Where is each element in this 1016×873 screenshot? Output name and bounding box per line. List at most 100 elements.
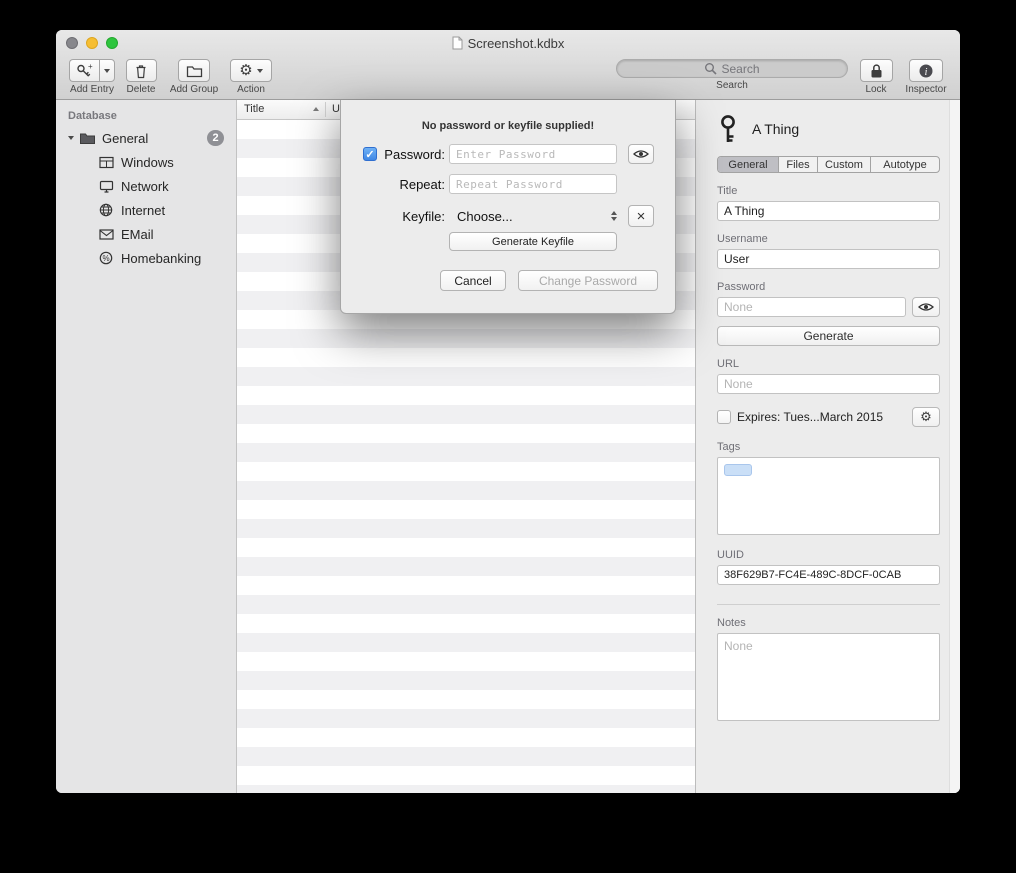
sidebar-item-label: Network	[121, 179, 169, 194]
add-entry-button[interactable]: +	[69, 59, 99, 82]
folder-plus-icon	[186, 64, 203, 78]
keyfile-popup[interactable]: Choose...	[449, 206, 619, 226]
close-x-icon: ×	[637, 209, 646, 224]
trash-icon	[134, 63, 148, 79]
search-placeholder: Search	[721, 62, 759, 76]
password-label: Password:	[377, 147, 445, 162]
search-label: Search	[616, 80, 848, 91]
homebanking-icon: %	[97, 251, 115, 265]
gear-icon: ⚙	[920, 411, 932, 424]
column-divider[interactable]	[325, 102, 326, 117]
password-field-label: Password	[717, 281, 940, 293]
url-field-label: URL	[717, 358, 940, 370]
username-field-label: Username	[717, 233, 940, 245]
notes-field[interactable]	[717, 633, 940, 721]
window-chrome: Screenshot.kdbx + Add Entry Delete Add G…	[56, 30, 960, 100]
inspector-button[interactable]: i	[909, 59, 943, 82]
password-field[interactable]	[717, 297, 906, 317]
add-group-button[interactable]	[178, 59, 210, 82]
tags-field[interactable]	[717, 457, 940, 535]
password-dialog-sheet: No password or keyfile supplied! Passwor…	[340, 100, 676, 314]
expires-label: Expires: Tues...March 2015	[737, 410, 906, 424]
cancel-button[interactable]: Cancel	[440, 270, 506, 291]
generate-keyfile-button[interactable]: Generate Keyfile	[449, 232, 617, 251]
sidebar-item-network[interactable]: Network	[56, 174, 236, 198]
toolbar-item-action: ⚙ Action	[228, 59, 274, 95]
internet-icon	[97, 203, 115, 217]
inspector-panel: A Thing General Files Custom Autotype Ti…	[695, 100, 960, 793]
search-input[interactable]: Search	[616, 59, 848, 78]
sidebar-item-general[interactable]: General 2	[56, 126, 236, 150]
disclosure-triangle-icon[interactable]	[64, 136, 78, 140]
tag-pill[interactable]	[724, 464, 752, 476]
svg-text:i: i	[925, 67, 928, 78]
password-checkbox[interactable]	[363, 147, 377, 161]
toolbar-item-lock: Lock	[856, 59, 896, 95]
window-title: Screenshot.kdbx	[468, 36, 565, 51]
tab-autotype[interactable]: Autotype	[871, 157, 939, 172]
repeat-password-input[interactable]	[449, 174, 617, 194]
sort-ascending-icon	[313, 107, 319, 111]
search-icon	[704, 62, 717, 75]
email-icon	[97, 229, 115, 240]
sidebar-item-label: Homebanking	[121, 251, 201, 266]
dialog-message: No password or keyfile supplied!	[341, 120, 675, 132]
sidebar-item-internet[interactable]: Internet	[56, 198, 236, 222]
generate-password-button[interactable]: Generate	[717, 326, 940, 346]
entry-title: A Thing	[752, 121, 799, 137]
action-button[interactable]: ⚙	[230, 59, 272, 82]
keyfile-value: Choose...	[449, 209, 513, 224]
titlebar: Screenshot.kdbx	[56, 30, 960, 56]
uuid-field[interactable]	[717, 565, 940, 585]
key-icon	[717, 114, 739, 144]
lock-icon	[870, 63, 883, 79]
action-label: Action	[228, 84, 274, 95]
sidebar-item-label: Windows	[121, 155, 174, 170]
entry-count-badge: 2	[207, 130, 224, 146]
title-field[interactable]	[717, 201, 940, 221]
clear-keyfile-button[interactable]: ×	[628, 205, 654, 227]
column-header-title[interactable]: Title	[244, 103, 264, 115]
delete-label: Delete	[122, 84, 160, 95]
reveal-password-button[interactable]	[628, 144, 654, 164]
inspector-scrollbar[interactable]	[949, 100, 960, 793]
svg-text:%: %	[102, 254, 109, 263]
windows-icon	[97, 156, 115, 169]
eye-icon	[633, 149, 649, 159]
expires-checkbox[interactable]	[717, 410, 731, 424]
folder-icon	[78, 131, 96, 145]
sidebar-item-windows[interactable]: Windows	[56, 150, 236, 174]
window-title-area: Screenshot.kdbx	[56, 30, 960, 56]
network-icon	[97, 180, 115, 193]
lock-label: Lock	[856, 84, 896, 95]
sidebar-section-header: Database	[68, 110, 236, 122]
reveal-password-button[interactable]	[912, 297, 940, 317]
toolbar-item-add-entry: + Add Entry	[66, 59, 118, 95]
add-entry-label: Add Entry	[66, 84, 118, 95]
lock-button[interactable]	[860, 59, 893, 82]
sidebar-item-label: General	[102, 131, 148, 146]
change-password-button[interactable]: Change Password	[518, 270, 658, 291]
add-group-label: Add Group	[166, 84, 222, 95]
add-entry-dropdown[interactable]	[99, 59, 115, 82]
gear-icon: ⚙	[239, 63, 252, 78]
column-header-username[interactable]: U	[332, 103, 340, 115]
key-plus-icon: +	[76, 63, 93, 79]
section-divider	[717, 604, 940, 605]
tab-custom[interactable]: Custom	[818, 157, 871, 172]
password-input[interactable]	[449, 144, 617, 164]
uuid-label: UUID	[717, 549, 940, 561]
url-field[interactable]	[717, 374, 940, 394]
expires-settings-button[interactable]: ⚙	[912, 407, 940, 427]
username-field[interactable]	[717, 249, 940, 269]
delete-button[interactable]	[126, 59, 157, 82]
inspector-tabs: General Files Custom Autotype	[717, 156, 940, 173]
tab-files[interactable]: Files	[779, 157, 818, 172]
sidebar-item-email[interactable]: EMail	[56, 222, 236, 246]
repeat-label: Repeat:	[377, 177, 445, 192]
notes-label: Notes	[717, 617, 940, 629]
sidebar-item-homebanking[interactable]: % Homebanking	[56, 246, 236, 270]
title-field-label: Title	[717, 185, 940, 197]
chevron-down-icon	[257, 69, 263, 73]
tab-general[interactable]: General	[718, 157, 779, 172]
